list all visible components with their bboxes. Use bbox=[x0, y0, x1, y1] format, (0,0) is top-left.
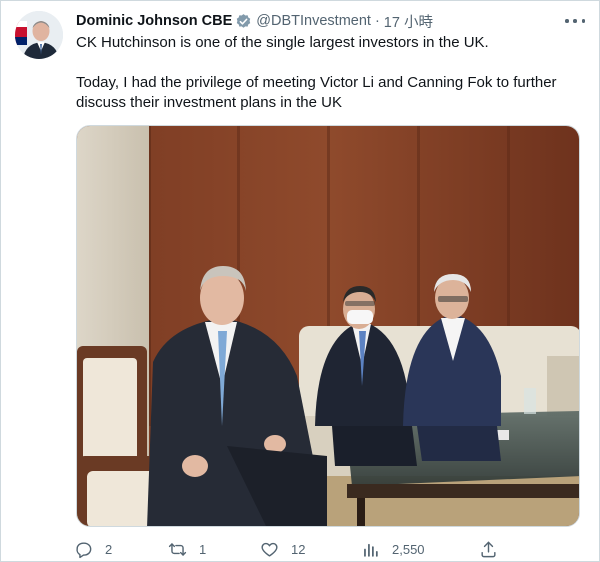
author-handle[interactable]: @DBTInvestment bbox=[256, 13, 371, 29]
views-button[interactable]: 2,550 bbox=[361, 538, 425, 560]
reply-button[interactable]: 2 bbox=[74, 538, 112, 560]
like-button[interactable]: 12 bbox=[260, 538, 305, 560]
header-separator: · bbox=[374, 13, 380, 29]
share-icon bbox=[481, 541, 496, 557]
tweet-photo[interactable] bbox=[76, 125, 580, 527]
retweet-button[interactable]: 1 bbox=[168, 538, 206, 560]
retweet-icon bbox=[168, 542, 187, 556]
views-count: 2,550 bbox=[392, 541, 425, 557]
author-name[interactable]: Dominic Johnson CBE bbox=[76, 13, 232, 29]
more-icon[interactable] bbox=[565, 13, 585, 29]
tweet-actions: 2 1 12 2,550 bbox=[74, 538, 504, 560]
like-icon bbox=[261, 542, 278, 557]
tweet-card[interactable]: Dominic Johnson CBE @DBTInvestment · 17 … bbox=[0, 0, 600, 562]
reply-icon bbox=[76, 541, 92, 558]
verified-badge-icon bbox=[235, 13, 252, 30]
reply-count: 2 bbox=[105, 541, 113, 557]
like-count: 12 bbox=[291, 541, 306, 557]
tweet-header: Dominic Johnson CBE @DBTInvestment · 17 … bbox=[76, 11, 579, 31]
retweet-count: 1 bbox=[199, 541, 207, 557]
tweet-text: CK Hutchinson is one of the single large… bbox=[76, 33, 581, 113]
author-avatar[interactable] bbox=[15, 11, 63, 59]
views-icon bbox=[364, 543, 378, 557]
tweet-timestamp[interactable]: 17 小時 bbox=[384, 11, 433, 32]
share-button[interactable] bbox=[479, 538, 510, 560]
tweet-text-line: Today, I had the privilege of meeting Vi… bbox=[76, 74, 557, 111]
tweet-text-line: CK Hutchinson is one of the single large… bbox=[76, 34, 489, 51]
